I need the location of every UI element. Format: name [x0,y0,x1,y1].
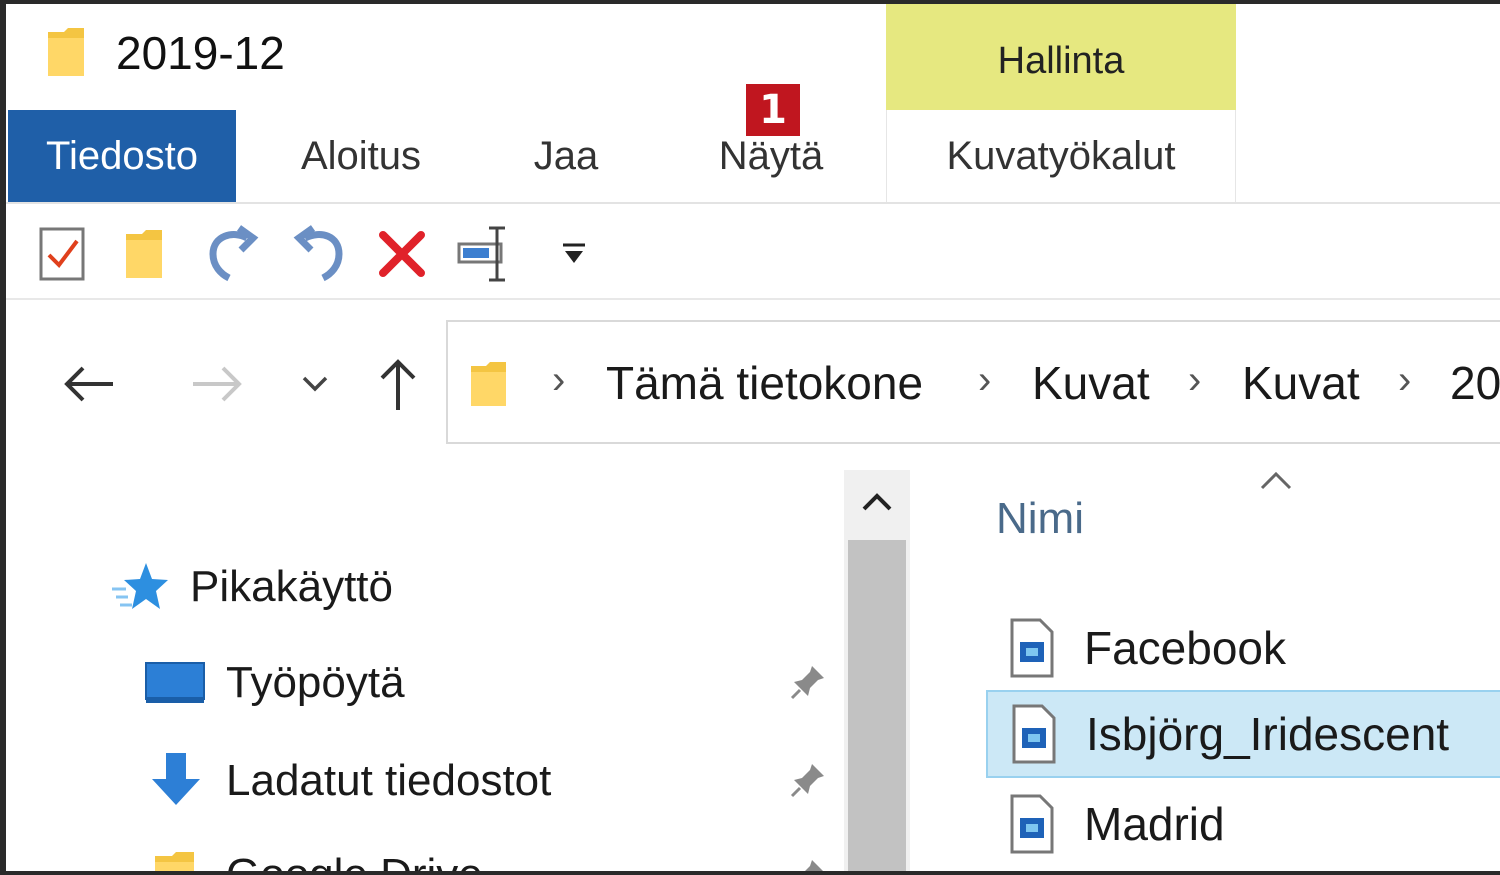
step-badge: 1 [746,84,800,136]
rename-button[interactable] [452,222,522,286]
redo-icon [209,225,259,282]
explorer-window: 2019-12 Hallinta Tiedosto Aloitus Jaa Nä… [0,0,1500,875]
arrow-right-icon [193,366,242,402]
redo-button[interactable] [200,222,266,286]
arrow-up-icon [380,359,416,410]
nav-item-quick-access[interactable]: Pikakäyttö [110,552,393,622]
tab-picture-tools[interactable]: Kuvatyökalut [886,110,1236,202]
folder-icon [155,852,194,871]
rename-icon [457,226,505,282]
pin-icon[interactable] [788,760,828,800]
scroll-up-button[interactable] [844,470,910,536]
nav-item-label: Google Drive [226,850,483,875]
desktop-icon [145,662,205,703]
file-name: Facebook [1084,622,1287,674]
quick-access-toolbar [6,206,1500,300]
download-icon [152,753,200,805]
new-folder-icon [126,230,162,278]
star-icon [112,563,168,609]
customize-dropdown-icon [563,243,585,263]
tab-home[interactable]: Aloitus [276,110,446,202]
breadcrumb-pictures-sub[interactable]: Kuvat [1242,356,1360,410]
nav-item-label: Ladatut tiedostot [226,756,552,805]
address-bar[interactable]: › Tämä tietokone › Kuvat › Kuvat › 20 [446,320,1500,444]
up-button[interactable] [368,349,428,419]
file-row[interactable]: Facebook [986,604,1500,692]
delete-icon [379,231,425,277]
breadcrumb-chevron-icon[interactable]: › [1188,358,1201,403]
nav-item-label: Pikakäyttö [190,562,393,611]
chevron-down-icon [302,376,328,392]
tab-file[interactable]: Tiedosto [8,110,236,202]
properties-button[interactable] [32,222,92,286]
image-file-icon [1012,704,1056,764]
breadcrumb-chevron-icon[interactable]: › [552,358,565,403]
folder-icon [471,362,506,406]
chevron-up-icon [862,493,892,511]
nav-pane-scrollbar[interactable] [844,470,910,871]
tab-share[interactable]: Jaa [511,110,621,202]
properties-icon [39,227,85,281]
nav-item-google-drive[interactable]: Google Drive [152,840,483,875]
undo-button[interactable] [286,222,352,286]
recent-locations-button[interactable] [290,349,340,419]
breadcrumb-this-pc[interactable]: Tämä tietokone [606,356,923,410]
nav-item-desktop[interactable]: Työpöytä [144,648,405,718]
scroll-thumb[interactable] [848,540,906,871]
nav-item-downloads[interactable]: Ladatut tiedostot [146,746,551,816]
breadcrumb-current[interactable]: 20 [1450,356,1500,410]
nav-item-label: Työpöytä [226,658,405,707]
context-group-label[interactable]: Hallinta [886,4,1236,110]
forward-button[interactable] [182,349,252,419]
back-button[interactable] [54,349,124,419]
sort-ascending-icon[interactable] [1256,464,1296,494]
arrow-left-icon [64,366,113,402]
window-title: 2019-12 [116,27,285,79]
column-header-name[interactable]: Nimi [996,494,1084,544]
undo-icon [293,225,343,282]
image-file-icon [1010,618,1054,678]
image-file-icon [1010,794,1054,854]
file-row-selected[interactable]: Isbjörg_Iridescent [986,690,1500,778]
new-folder-button[interactable] [116,222,172,286]
breadcrumb-chevron-icon[interactable]: › [1398,358,1411,403]
customize-toolbar-button[interactable] [552,222,596,286]
pin-icon[interactable] [788,856,828,875]
breadcrumb-chevron-icon[interactable]: › [978,358,991,403]
file-row[interactable]: Madrid [986,780,1500,868]
file-name: Isbjörg_Iridescent [1086,708,1450,760]
breadcrumb-pictures[interactable]: Kuvat [1032,356,1150,410]
delete-button[interactable] [370,222,434,286]
file-name: Madrid [1084,798,1225,850]
pin-icon[interactable] [788,662,828,702]
folder-icon [48,28,84,76]
